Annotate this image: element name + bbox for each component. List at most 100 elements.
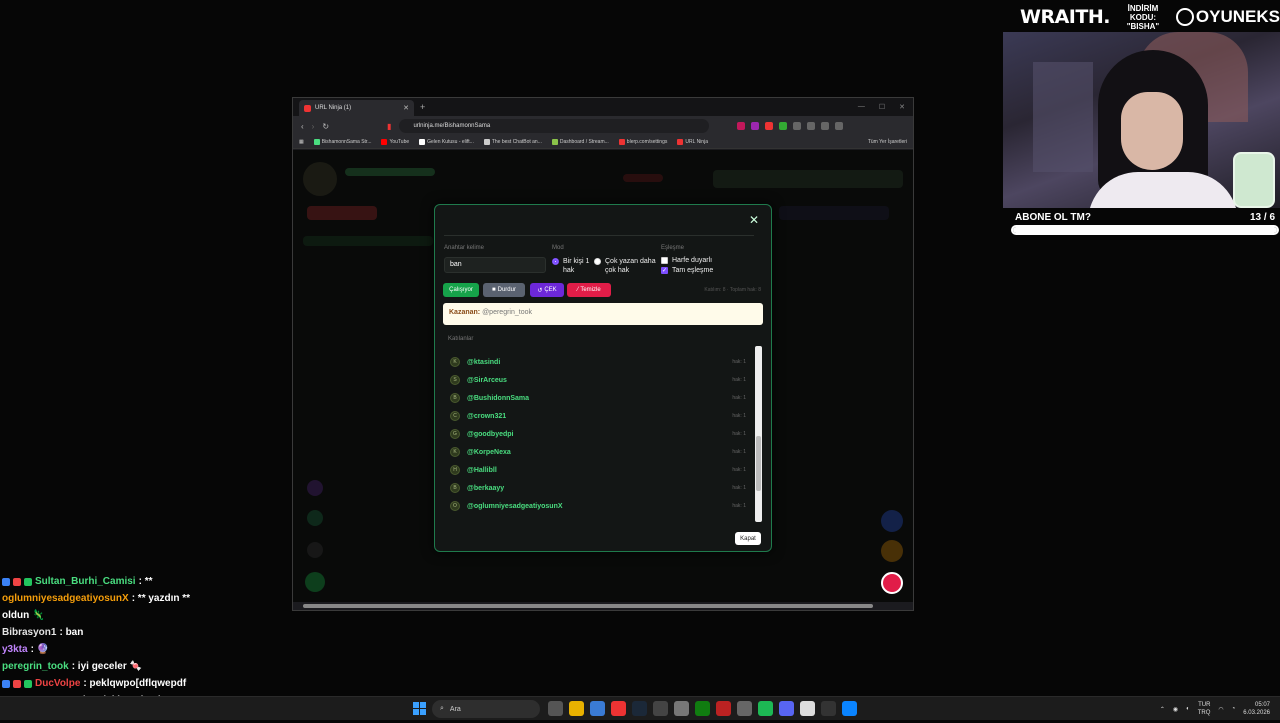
brand-logo-icon xyxy=(1175,8,1194,26)
close-tab-icon[interactable]: ✕ xyxy=(403,104,409,112)
bookmark-item[interactable]: The best ChatBot an... xyxy=(483,139,542,145)
close-window-icon[interactable]: ✕ xyxy=(899,103,905,111)
speaker-icon[interactable]: ◔ xyxy=(1232,706,1236,712)
maximize-icon[interactable]: ☐ xyxy=(879,103,885,111)
chat-message: y3kta: 🔮 xyxy=(2,641,322,658)
horizontal-scrollbar[interactable] xyxy=(297,603,909,609)
bookmarks-bar: ▦ BishamonnSama Str... YouTube Gelen Kut… xyxy=(293,136,913,149)
reload-icon[interactable]: ↻ xyxy=(322,122,329,131)
mode-option-more-chances[interactable]: Çok yazan daha çok hak xyxy=(594,257,660,275)
avatar: O xyxy=(450,501,460,511)
menu-icon[interactable] xyxy=(835,122,844,130)
apps-icon[interactable]: ▦ xyxy=(299,139,304,145)
bookmark-icon[interactable]: ▮ xyxy=(387,122,391,131)
app-icon[interactable] xyxy=(674,701,689,716)
new-tab-button[interactable]: + xyxy=(420,102,425,112)
checkbox-label: Harfe duyarlı xyxy=(672,257,713,264)
all-bookmarks[interactable]: Tüm Yer İşaretleri xyxy=(868,139,907,145)
taskbar-search[interactable]: ⌕ Ara xyxy=(432,700,540,718)
steam-icon[interactable] xyxy=(632,701,647,716)
discount-code-label: İNDİRİM KODU: xyxy=(1127,3,1159,22)
participant-row: K @ktasindi hak: 1 xyxy=(450,356,746,368)
avatar: H xyxy=(450,465,460,475)
participant-row: S @SirArceus hak: 1 xyxy=(450,374,746,386)
sub-goal: ABONE OL TM? 13 / 6 xyxy=(1011,212,1279,242)
search-icon: ⌕ xyxy=(440,705,444,712)
participant-row: K @KorpeNexa hak: 1 xyxy=(450,446,746,458)
edge-icon[interactable] xyxy=(842,701,857,716)
volume-icon[interactable]: ◐ xyxy=(1186,706,1190,712)
extension-icon[interactable] xyxy=(793,122,802,130)
chat-username: Sultan_Burhi_Camisi xyxy=(35,576,136,587)
participant-row: H @Hallibll hak: 1 xyxy=(450,464,746,476)
start-icon[interactable] xyxy=(413,702,426,715)
chat-badge-icon xyxy=(13,679,21,688)
url-input[interactable]: urlninja.me/BishamonnSama xyxy=(399,119,710,133)
extension-icon[interactable] xyxy=(765,122,774,130)
participant-chances: hak: 1 xyxy=(732,395,746,401)
xbox-icon[interactable] xyxy=(695,701,710,716)
running-button[interactable]: Çalışıyor xyxy=(443,283,479,297)
chevron-up-icon[interactable]: ⌃ xyxy=(1160,706,1165,713)
match-label: Eşleşme xyxy=(661,245,685,251)
participant-chances: hak: 1 xyxy=(732,431,746,437)
clear-button[interactable]: ⁄ Temizle xyxy=(567,283,611,297)
extension-icon[interactable] xyxy=(807,122,816,130)
chat-message: oldun 🦎 xyxy=(2,607,322,624)
chat-username: Bibrasyon1 xyxy=(2,627,57,638)
clear-icon: ⁄ xyxy=(577,287,579,293)
bookmark-item[interactable]: BishamonnSama Str... xyxy=(313,139,371,145)
extension-icon[interactable] xyxy=(821,122,830,130)
network-icon[interactable]: ◉ xyxy=(1173,706,1178,713)
discord-icon[interactable] xyxy=(779,701,794,716)
store-icon[interactable] xyxy=(590,701,605,716)
participant-name: @BushidonnSama xyxy=(467,394,530,402)
participant-name: @crown321 xyxy=(467,412,507,420)
fab-button[interactable] xyxy=(881,572,903,594)
taskbar-apps xyxy=(548,701,857,716)
mode-option-one-chance[interactable]: Bir kişi 1 hak xyxy=(552,257,593,275)
minimize-icon[interactable]: — xyxy=(858,103,865,111)
wifi-icon[interactable]: ◠ xyxy=(1218,706,1223,713)
app-icon[interactable] xyxy=(716,701,731,716)
keyword-input[interactable]: ban xyxy=(444,257,546,273)
back-icon[interactable]: ‹ xyxy=(301,122,304,131)
address-bar: ‹ › ↻ ▮ urlninja.me/BishamonnSama xyxy=(293,116,913,136)
participant-name: @SirArceus xyxy=(467,376,507,384)
participants-scrollbar[interactable] xyxy=(755,346,762,522)
extension-icon[interactable] xyxy=(737,122,746,130)
exact-match-checkbox[interactable]: ✓ Tam eşleşme xyxy=(661,267,713,274)
clock[interactable]: 05:07 6.03.2026 xyxy=(1243,701,1270,717)
notepad-icon[interactable] xyxy=(800,701,815,716)
extension-icon[interactable] xyxy=(751,122,760,130)
file-explorer-icon[interactable] xyxy=(569,701,584,716)
bookmark-item[interactable]: blerp.com/settings xyxy=(618,139,667,145)
tab-url-ninja[interactable]: URL Ninja (1) ✕ xyxy=(299,100,414,116)
extension-icon[interactable] xyxy=(779,122,788,130)
task-view-icon[interactable] xyxy=(548,701,563,716)
close-modal-button[interactable]: Kapat xyxy=(735,532,761,545)
language-indicator[interactable]: TUR TRQ xyxy=(1198,701,1211,717)
case-sensitive-checkbox[interactable]: Harfe duyarlı xyxy=(661,257,712,264)
bookmark-item[interactable]: Dashboard / Stream... xyxy=(551,139,609,145)
participant-row: C @crown321 hak: 1 xyxy=(450,410,746,422)
bookmark-item[interactable]: YouTube xyxy=(381,139,409,145)
app-icon[interactable] xyxy=(821,701,836,716)
draw-button[interactable]: ↺ ÇEK xyxy=(530,283,564,297)
bookmark-item[interactable]: Gelen Kutusu - elift... xyxy=(419,139,474,145)
participants-list[interactable]: K @ktasindi hak: 1 S @SirArceus hak: 1 B @Bushi… xyxy=(444,346,764,522)
browser-icon[interactable] xyxy=(611,701,626,716)
draw-icon: ↺ xyxy=(537,287,543,294)
app-icon[interactable] xyxy=(653,701,668,716)
stop-button[interactable]: ■ Durdur xyxy=(483,283,525,297)
forward-icon[interactable]: › xyxy=(312,122,315,131)
participant-name: @Hallibll xyxy=(467,466,497,474)
chat-username: DucVolpe xyxy=(35,678,81,689)
tab-bar: URL Ninja (1) ✕ + — ☐ ✕ xyxy=(293,98,913,116)
bookmark-item[interactable]: URL Ninja xyxy=(677,139,708,145)
chat-text: : ban xyxy=(59,627,84,638)
close-icon[interactable]: ✕ xyxy=(749,213,759,227)
participant-name: @ktasindi xyxy=(467,358,501,366)
spotify-icon[interactable] xyxy=(758,701,773,716)
chrome-icon[interactable] xyxy=(737,701,752,716)
